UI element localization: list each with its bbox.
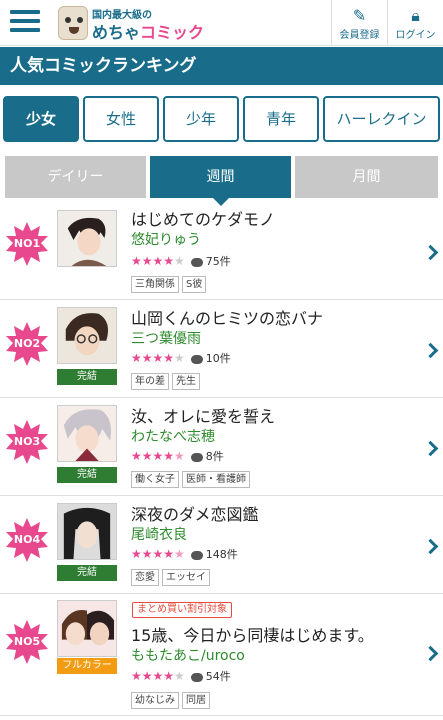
- rating-stars: ★★★★★: [131, 254, 185, 268]
- comic-author[interactable]: 悠妃りゅう: [131, 229, 201, 249]
- ranking-row[interactable]: NO5 フルカラー まとめ買い割引対象 15歳、今日から同棲はじめます。 ももた…: [0, 594, 443, 716]
- ranking-row[interactable]: NO3 完結 汝、オレに愛を誓え わたなべ志穂 ★★★★★ 8件 働く女子 医師・看…: [0, 398, 443, 496]
- comment-count: 8件: [205, 450, 224, 463]
- tab-shojo[interactable]: 少女: [3, 96, 79, 142]
- app-header: 国内最大級の めちゃコミック ✎ 会員登録 🔒︎ ログイン: [0, 0, 443, 46]
- comment-count: 10件: [205, 352, 231, 365]
- tab-harlequin[interactable]: ハーレクイン: [323, 96, 440, 142]
- comment-icon: [190, 354, 203, 364]
- rank-badge: NO1: [5, 222, 49, 266]
- comment-icon: [190, 672, 203, 682]
- tag[interactable]: 年の差: [131, 373, 169, 390]
- tag[interactable]: 医師・看護師: [182, 471, 250, 488]
- status-badge: フルカラー: [57, 658, 117, 674]
- comment-icon: [190, 452, 203, 462]
- tag[interactable]: 恋愛: [131, 569, 159, 586]
- rank-badge: NO3: [5, 420, 49, 464]
- rating-row: ★★★★★ 75件: [131, 253, 231, 269]
- chevron-right-icon[interactable]: [424, 343, 436, 357]
- lock-icon: 🔒︎: [411, 6, 420, 25]
- chevron-right-icon[interactable]: [424, 441, 436, 455]
- site-logo[interactable]: 国内最大級の めちゃコミック: [58, 4, 208, 42]
- rank-badge: NO2: [5, 322, 49, 366]
- menu-icon[interactable]: [10, 10, 40, 36]
- rating-stars: ★★★★★: [131, 449, 185, 463]
- rating-row: ★★★★★ 148件: [131, 546, 238, 562]
- register-button[interactable]: ✎ 会員登録: [331, 0, 387, 46]
- rank-badge: NO5: [5, 620, 49, 664]
- tab-seinen[interactable]: 青年: [243, 96, 319, 142]
- comment-icon: [190, 550, 203, 560]
- tag-list: 恋愛 エッセイ: [131, 565, 213, 586]
- tag-list: 三角関係 S彼: [131, 272, 209, 293]
- page-title: 人気コミックランキング: [0, 47, 443, 85]
- rating-row: ★★★★★ 10件: [131, 350, 231, 366]
- login-label: ログイン: [395, 30, 436, 41]
- comic-title[interactable]: 山岡くんのヒミツの恋バナ: [131, 305, 323, 329]
- status-badge: 完結: [57, 369, 117, 385]
- edit-icon: ✎: [352, 6, 367, 25]
- rating-row: ★★★★★ 8件: [131, 448, 224, 464]
- logo-name: めちゃコミック: [92, 23, 205, 42]
- tag[interactable]: 働く女子: [131, 471, 179, 488]
- comic-author[interactable]: 尾崎衣良: [131, 524, 187, 544]
- period-tabs: デイリー 週間 月間: [5, 156, 438, 206]
- comment-count: 75件: [205, 255, 231, 268]
- discount-badge: まとめ買い割引対象: [132, 602, 232, 618]
- ranking-row[interactable]: NO4 完結 深夜のダメ恋図鑑 尾崎衣良 ★★★★★ 148件 恋愛 エッセイ: [0, 496, 443, 594]
- cover-thumbnail: [57, 405, 117, 462]
- cover-thumbnail: [57, 600, 117, 657]
- tag-list: 年の差 先生: [131, 369, 203, 390]
- tag[interactable]: 三角関係: [131, 276, 179, 293]
- rank-badge: NO4: [5, 518, 49, 562]
- rating-stars: ★★★★★: [131, 547, 185, 561]
- comic-author[interactable]: 三つ葉優雨: [131, 328, 201, 348]
- ranking-row[interactable]: NO1 はじめてのケダモノ 悠妃りゅう ★★★★★ 75件 三角関係 S彼: [0, 202, 443, 300]
- tag[interactable]: エッセイ: [162, 569, 210, 586]
- cover-thumbnail: [57, 307, 117, 364]
- comic-title[interactable]: 汝、オレに愛を誓え: [131, 403, 275, 427]
- tag[interactable]: S彼: [182, 276, 207, 293]
- tab-weekly[interactable]: 週間: [150, 156, 291, 206]
- chevron-right-icon[interactable]: [424, 646, 436, 660]
- tag[interactable]: 同居: [182, 692, 210, 709]
- login-button[interactable]: 🔒︎ ログイン: [387, 0, 443, 46]
- comic-title[interactable]: 15歳、今日から同棲はじめます。: [131, 622, 374, 646]
- status-badge: 完結: [57, 467, 117, 483]
- ranking-row[interactable]: NO2 完結 山岡くんのヒミツの恋バナ 三つ葉優雨 ★★★★★ 10件 年の差 先生: [0, 300, 443, 398]
- tag[interactable]: 幼なじみ: [131, 692, 179, 709]
- tag-list: 働く女子 医師・看護師: [131, 467, 253, 488]
- ranking-list: NO1 はじめてのケダモノ 悠妃りゅう ★★★★★ 75件 三角関係 S彼 NO2 …: [0, 202, 443, 716]
- comment-icon: [190, 257, 203, 267]
- chevron-right-icon[interactable]: [424, 245, 436, 259]
- register-label: 会員登録: [339, 30, 380, 41]
- rating-stars: ★★★★★: [131, 351, 185, 365]
- tab-daily[interactable]: デイリー: [5, 156, 146, 198]
- tag-list: 幼なじみ 同居: [131, 688, 213, 709]
- status-badge: 完結: [57, 565, 117, 581]
- chevron-right-icon[interactable]: [424, 539, 436, 553]
- tab-josei[interactable]: 女性: [83, 96, 159, 142]
- rating-stars: ★★★★★: [131, 669, 185, 683]
- comment-count: 54件: [205, 670, 231, 683]
- cover-thumbnail: [57, 503, 117, 560]
- rating-row: ★★★★★ 54件: [131, 668, 231, 684]
- comic-title[interactable]: 深夜のダメ恋図鑑: [131, 501, 259, 525]
- category-tabs: 少女 女性 少年 青年 ハーレクイン: [3, 96, 440, 142]
- tag[interactable]: 先生: [172, 373, 200, 390]
- comic-author[interactable]: ももたあこ/uroco: [131, 645, 245, 665]
- dog-mascot-icon: [58, 6, 88, 40]
- tab-monthly[interactable]: 月間: [295, 156, 438, 198]
- cover-thumbnail: [57, 210, 117, 267]
- tab-shonen[interactable]: 少年: [163, 96, 239, 142]
- comic-author[interactable]: わたなべ志穂: [131, 426, 215, 446]
- comic-title[interactable]: はじめてのケダモノ: [131, 206, 275, 230]
- comment-count: 148件: [205, 548, 238, 561]
